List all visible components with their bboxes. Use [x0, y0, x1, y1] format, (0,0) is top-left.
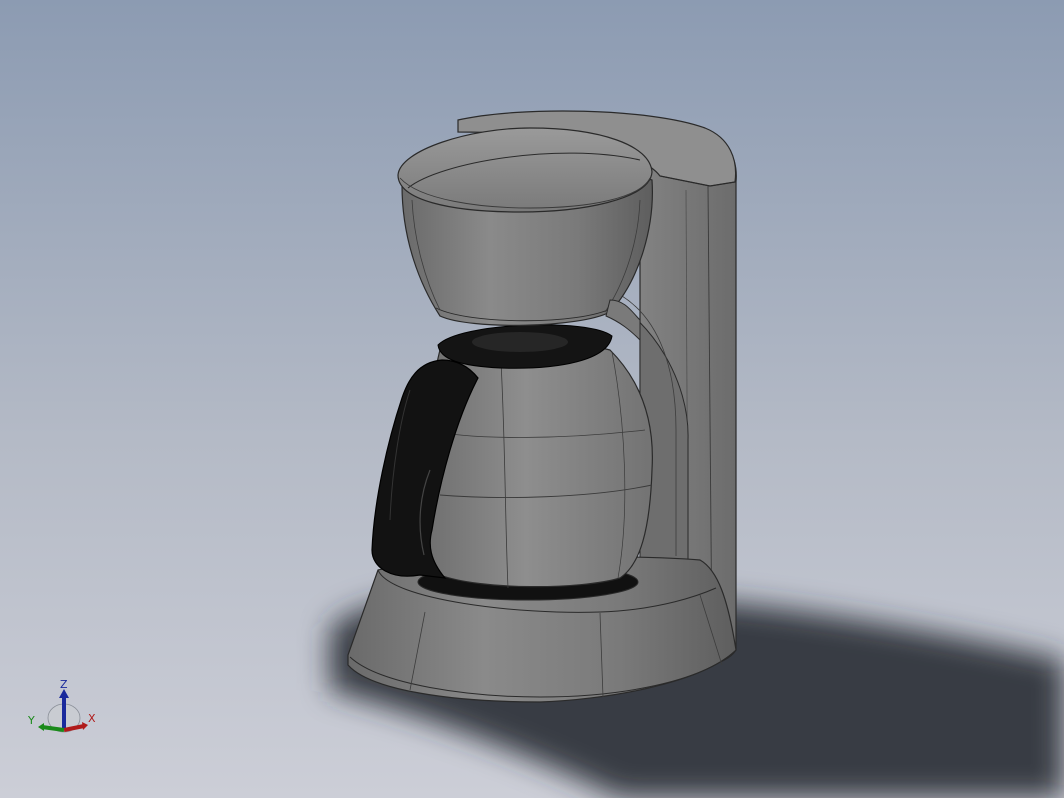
model-scene[interactable]	[0, 0, 1064, 798]
graphics-viewport[interactable]: Z X Y	[0, 0, 1064, 798]
triad-y-arrow	[38, 723, 44, 731]
triad-y-label: Y	[27, 714, 35, 727]
triad-z-label: Z	[60, 678, 68, 691]
orientation-triad: Z X Y	[26, 678, 102, 742]
triad-x-label: X	[88, 712, 96, 725]
